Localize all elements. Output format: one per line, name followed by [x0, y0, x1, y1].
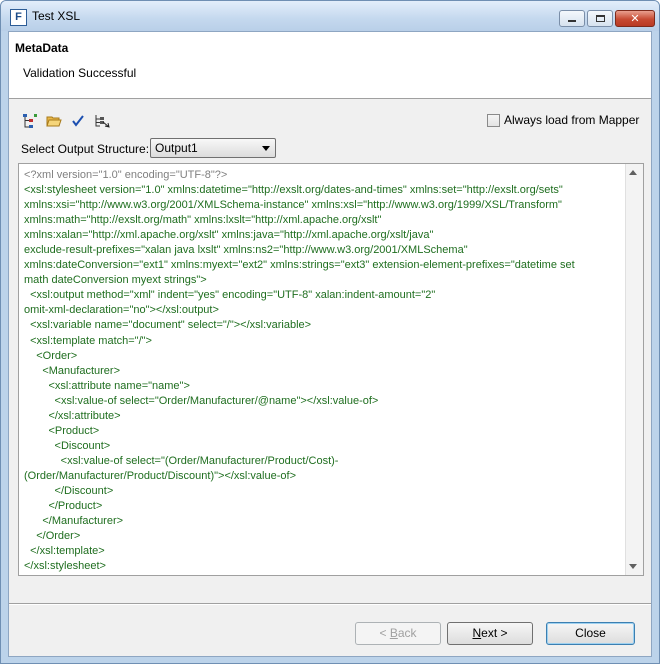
code-line: </Product> [24, 499, 624, 514]
output-structure-label: Select Output Structure: [21, 142, 150, 156]
code-line: </xsl:template> [24, 544, 624, 559]
code-line: <Order> [24, 349, 624, 364]
code-text: <Discount> [24, 439, 111, 452]
maximize-icon [595, 15, 605, 22]
code-text: </xsl:stylesheet> [24, 560, 106, 573]
dialog-body: MetaData Validation Successful Always lo… [8, 31, 652, 657]
test-xsl-window: F Test XSL ✕ MetaData Validation Success… [0, 0, 660, 664]
schema-select-icon[interactable] [93, 112, 111, 130]
code-text: </Order> [24, 530, 81, 543]
app-icon: F [10, 9, 27, 26]
code-text: xmlns:math="http://exslt.org/math" xmlns… [24, 214, 382, 227]
chevron-down-icon [262, 146, 270, 151]
status-message: Validation Successful [23, 66, 137, 80]
code-line: </xsl:stylesheet> [24, 559, 624, 574]
code-text: xmlns:xsi="http://www.w3.org/2001/XMLSch… [24, 199, 562, 212]
code-line: xmlns:xsi="http://www.w3.org/2001/XMLSch… [24, 198, 624, 213]
back-prefix: < [379, 626, 390, 640]
code-line: (Order/Manufacturer/Product/Discount)"><… [24, 469, 624, 484]
close-button[interactable]: Close [546, 622, 635, 645]
code-text: <xsl:variable name="document" select="/"… [24, 319, 312, 332]
code-line: <xsl:stylesheet version="1.0" xmlns:date… [24, 183, 624, 198]
validate-check-icon[interactable] [69, 112, 87, 130]
back-button[interactable]: < Back [355, 622, 441, 645]
code-line: exclude-result-prefixes="xalan java lxsl… [24, 243, 624, 258]
code-line: <xsl:output method="xml" indent="yes" en… [24, 288, 624, 303]
scroll-down-icon[interactable] [629, 564, 637, 569]
open-folder-icon[interactable] [45, 112, 63, 130]
back-mnemonic: B [389, 626, 398, 640]
code-text: <Manufacturer> [24, 364, 120, 377]
code-text: <xsl:stylesheet version="1.0" xmlns:date… [24, 184, 563, 197]
minimize-icon [568, 20, 576, 22]
code-line: omit-xml-declaration="no"></xsl:output> [24, 303, 624, 318]
code-line: <xsl:template match="/"> [24, 334, 624, 349]
code-text: omit-xml-declaration="no"></xsl:output> [24, 304, 219, 317]
page-title: MetaData [15, 41, 69, 55]
tree-view-icon[interactable] [21, 112, 39, 130]
code-line: </Discount> [24, 484, 624, 499]
code-text: <xsl:value-of select="(Order/Manufacture… [24, 454, 339, 467]
code-line: math dateConversion myext strings"> [24, 273, 624, 288]
code-text: </Discount> [24, 484, 114, 497]
code-text: </xsl:template> [24, 545, 105, 558]
back-label: ack [397, 626, 417, 640]
toolbar [21, 112, 111, 130]
code-text: xmlns:dateConversion="ext1" xmlns:myext=… [24, 259, 575, 272]
divider [9, 603, 651, 605]
code-text: (Order/Manufacturer/Product/Discount)"><… [24, 469, 296, 482]
code-text: </xsl:attribute> [24, 409, 121, 422]
output-structure-value: Output1 [155, 141, 198, 155]
wizard-header: MetaData Validation Successful [9, 32, 651, 99]
scroll-up-icon[interactable] [629, 170, 637, 175]
always-load-option[interactable]: Always load from Mapper [487, 113, 639, 127]
next-mnemonic: N [472, 626, 482, 640]
code-line: <xsl:variable name="document" select="/"… [24, 318, 624, 333]
close-window-button[interactable]: ✕ [615, 10, 655, 27]
vertical-scrollbar[interactable] [625, 164, 643, 575]
xsl-code: <?xml version="1.0" encoding="UTF-8"?> <x… [24, 168, 624, 574]
code-text: <xsl:output method="xml" indent="yes" en… [24, 289, 436, 302]
maximize-button[interactable] [587, 10, 613, 27]
code-line: <?xml version="1.0" encoding="UTF-8"?> [24, 168, 624, 183]
code-text: <?xml version="1.0" encoding="UTF-8"?> [24, 169, 228, 181]
code-text: <Product> [24, 424, 100, 437]
code-text: <Order> [24, 349, 78, 362]
always-load-label: Always load from Mapper [504, 113, 640, 127]
code-text: <xsl:attribute name="name"> [24, 379, 190, 392]
close-icon: ✕ [630, 12, 640, 25]
code-line: xmlns:math="http://exslt.org/math" xmlns… [24, 213, 624, 228]
code-line: <Discount> [24, 439, 624, 454]
window-title: Test XSL [32, 9, 81, 23]
code-text: math dateConversion myext strings"> [24, 274, 207, 287]
code-line: </Manufacturer> [24, 514, 624, 529]
code-line: <Product> [24, 424, 624, 439]
always-load-checkbox[interactable] [487, 113, 500, 127]
code-line: <xsl:value-of select="(Order/Manufacture… [24, 454, 624, 469]
code-text: </Manufacturer> [24, 515, 124, 528]
code-line: xmlns:dateConversion="ext1" xmlns:myext=… [24, 258, 624, 273]
code-line: </xsl:attribute> [24, 409, 624, 424]
code-text: exclude-result-prefixes="xalan java lxsl… [24, 244, 468, 257]
output-structure-select[interactable]: Output1 [150, 138, 276, 158]
code-line: xmlns:xalan="http://xml.apache.org/xslt"… [24, 228, 624, 243]
minimize-button[interactable] [559, 10, 585, 27]
xsl-editor[interactable]: <?xml version="1.0" encoding="UTF-8"?> <x… [18, 163, 644, 576]
code-text: xmlns:xalan="http://xml.apache.org/xslt"… [24, 229, 434, 242]
code-line: <Manufacturer> [24, 364, 624, 379]
code-text: </Product> [24, 500, 103, 513]
next-label: ext > [481, 626, 508, 640]
code-line: </Order> [24, 529, 624, 544]
code-line: <xsl:attribute name="name"> [24, 379, 624, 394]
code-text: <xsl:template match="/"> [24, 334, 152, 347]
code-line: <xsl:value-of select="Order/Manufacturer… [24, 394, 624, 409]
code-text: <xsl:value-of select="Order/Manufacturer… [24, 394, 379, 407]
next-button[interactable]: Next > [447, 622, 533, 645]
title-bar[interactable]: F Test XSL ✕ [1, 1, 659, 31]
